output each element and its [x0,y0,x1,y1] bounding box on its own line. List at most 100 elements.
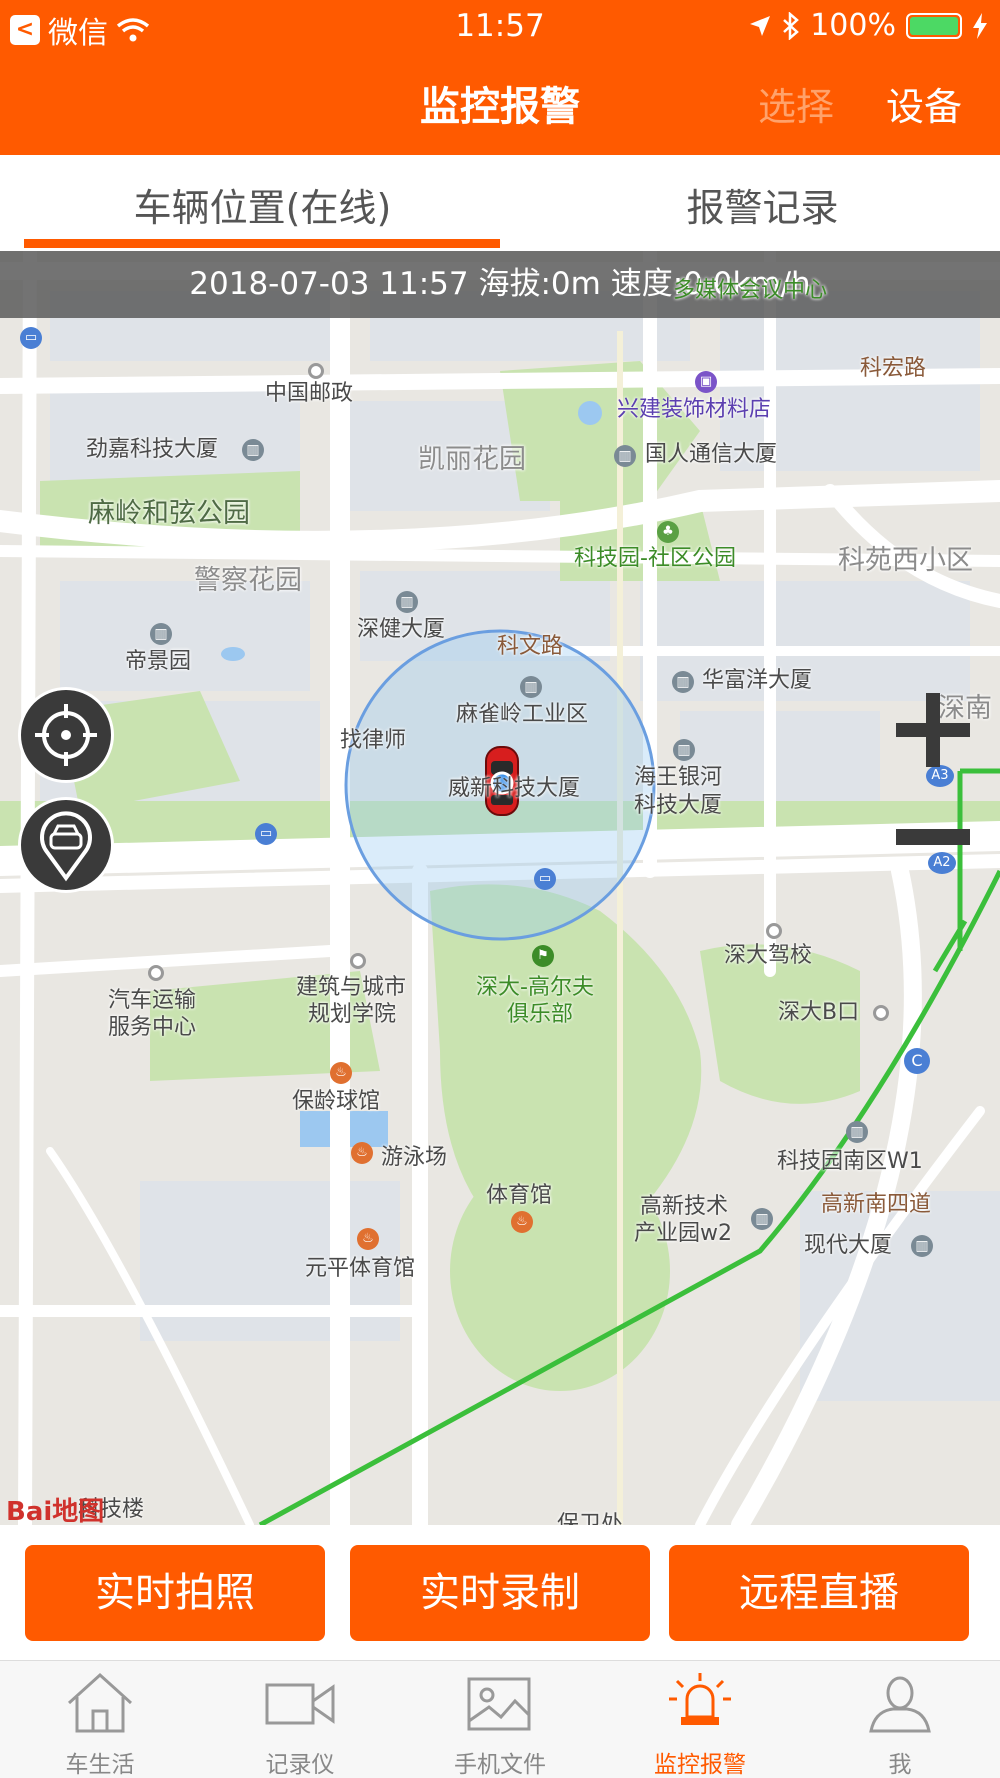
page-title: 监控报警 [420,84,580,130]
tab-alarm-records[interactable]: 报警记录 [525,177,1000,232]
map-view[interactable]: 2018-07-03 11:57 海拔:0m 速度:0.0km/h 多媒体会议中… [0,251,1000,1525]
segment-tabs: 车辆位置(在线) 报警记录 [0,155,1000,251]
tabbar-item-me[interactable]: 我 [800,1661,1000,1778]
tabbar-label: 手机文件 [454,1752,546,1778]
poi-label[interactable]: 多媒体会议中心 [673,277,827,306]
tabbar-item-car-life[interactable]: 车生活 [0,1661,200,1778]
poi-label[interactable]: 现代大厦 [804,1232,892,1261]
zoom-out-button[interactable] [896,827,970,847]
tab-vehicle-position[interactable]: 车辆位置(在线) [0,177,525,232]
poi-dot-icon [308,363,324,379]
poi-label[interactable]: 帝景园 [125,648,191,677]
building-icon: ▥ [751,1208,773,1230]
device-button[interactable]: 设备 [886,76,962,131]
poi-label[interactable]: 服务中心 [108,1014,196,1043]
realtime-photo-button[interactable]: 实时拍照 [25,1545,325,1641]
poi-label[interactable]: 科宏路 [860,355,926,384]
building-icon: ▥ [520,676,542,698]
building-icon: ▥ [242,439,264,461]
poi-label[interactable]: 规划学院 [308,1001,396,1030]
tabbar-item-recorder[interactable]: 记录仪 [200,1661,400,1778]
poi-label[interactable]: 高新南四道 [821,1191,931,1220]
poi-label[interactable]: 海王银河 [634,764,722,793]
building-icon: ▥ [150,623,172,645]
poi-label[interactable]: 产业园w2 [634,1220,732,1249]
tabbar-label: 记录仪 [265,1752,335,1778]
poi-label[interactable]: 威新科技大厦 [448,775,580,804]
poi-label[interactable]: 劲嘉科技大厦 [86,436,218,465]
poi-label[interactable]: 国人通信大厦 [645,441,777,470]
poi-dot-icon [148,965,164,981]
poi-label[interactable]: 保龄球馆 [292,1088,380,1117]
action-bar: 实时拍照 实时录制 远程直播 [0,1525,1000,1660]
poi-dot-icon [766,923,782,939]
alarm-light-icon [669,1673,731,1725]
poi-label[interactable]: 兴建装饰材料店 [617,396,771,425]
screen: < 微信 11:57 100% 监控报警 选择 设备 车辆位置(在线) 报警记录 [0,0,1000,1778]
sports-pin-icon: ♨ [511,1211,533,1233]
nav-header: 监控报警 选择 设备 [0,50,1000,155]
metro-badge: C [904,1048,930,1074]
poi-label[interactable]: 科技大厦 [634,792,722,821]
poi-label[interactable]: 科文路 [497,633,563,662]
crosshair-icon [35,704,97,766]
golf-pin-icon: ⚑ [532,945,554,967]
building-icon: ▥ [672,671,694,693]
poi-label[interactable]: 科技园南区W1 [777,1148,923,1177]
poi-label[interactable]: 汽车运输 [108,987,196,1016]
bus-stop-icon: ▭ [20,327,42,349]
poi-label[interactable]: 游泳场 [381,1144,447,1173]
poi-label[interactable]: 高新技术 [640,1193,728,1222]
building-icon: ▥ [673,739,695,761]
image-icon [467,1677,531,1731]
bus-stop-icon: ▭ [534,868,556,890]
building-icon: ▥ [846,1121,868,1143]
vehicle-location-button[interactable] [18,797,114,893]
status-bar: < 微信 11:57 100% [0,0,1000,51]
poi-dot-icon [873,1005,889,1021]
poi-label[interactable]: 深健大厦 [357,616,445,645]
realtime-record-button[interactable]: 实时录制 [350,1545,650,1641]
locate-button[interactable] [18,687,114,783]
poi-label[interactable]: 科苑西小区 [838,543,973,578]
select-button[interactable]: 选择 [758,76,834,131]
poi-label[interactable]: 深大-高尔夫 [476,974,594,1003]
poi-label[interactable]: 华富洋大厦 [702,667,812,696]
zoom-in-button[interactable] [896,693,970,767]
sports-pin-icon: ♨ [351,1142,373,1164]
poi-label[interactable]: 警察花园 [194,563,302,598]
tabbar-item-phone-files[interactable]: 手机文件 [400,1661,600,1778]
poi-label[interactable]: 保卫处 [557,1511,623,1525]
poi-label[interactable]: 体育馆 [486,1182,552,1211]
poi-label[interactable]: 找律师 [340,727,406,756]
poi-label[interactable]: 建筑与城市 [296,974,406,1003]
poi-label[interactable]: 麻雀岭工业区 [456,701,588,730]
active-tab-indicator [24,239,500,248]
poi-label[interactable]: 科技园-社区公园 [574,545,736,574]
poi-label[interactable]: 深大驾校 [724,942,812,971]
home-icon [67,1672,133,1733]
road-badge: A2 [928,852,956,874]
minus-icon [896,829,970,845]
video-camera-icon [265,1683,335,1725]
poi-label[interactable]: 中国邮政 [265,380,353,409]
building-icon: ▥ [396,591,418,613]
shop-pin-icon: ▣ [695,371,717,393]
poi-label[interactable]: 凯丽花园 [418,442,526,477]
battery-percent: 100% [810,8,896,43]
plus-icon [896,693,970,767]
poi-label[interactable]: 元平体育馆 [305,1255,415,1284]
vehicle-info-bar: 2018-07-03 11:57 海拔:0m 速度:0.0km/h [0,251,1000,318]
bottom-tab-bar: 车生活 记录仪 手机文件 监控报警 我 [0,1660,1000,1778]
road-badge: A3 [926,765,954,787]
poi-label[interactable]: 俱乐部 [507,1001,573,1030]
poi-label[interactable]: 麻岭和弦公园 [88,496,250,531]
baidu-map-logo: Bai地图 [6,1497,105,1525]
battery-icon [906,12,962,39]
bluetooth-icon [783,11,800,40]
poi-dot-icon [350,953,366,969]
tabbar-item-monitor-alarm[interactable]: 监控报警 [600,1661,800,1778]
car-pin-icon [40,811,92,882]
poi-label[interactable]: 深大B口 [778,999,859,1028]
remote-live-button[interactable]: 远程直播 [669,1545,969,1641]
